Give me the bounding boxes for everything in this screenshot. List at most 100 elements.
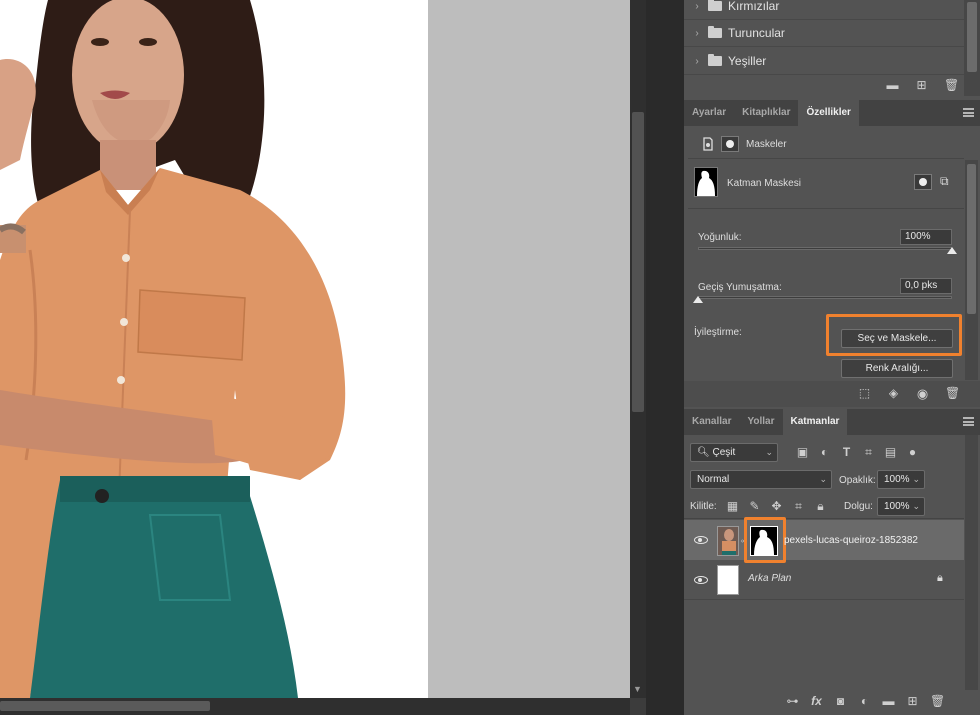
tab-yollar[interactable]: Yollar (739, 409, 782, 435)
layer-filter-dropdown[interactable]: 🔍︎ Çeşit ⌄ (690, 443, 778, 462)
tab-kanallar[interactable]: Kanallar (684, 409, 739, 435)
density-label: Yoğunluk: (698, 232, 742, 243)
photo-woman-subject (0, 0, 346, 698)
apply-mask-icon[interactable]: ◈ (887, 387, 900, 400)
layer-thumbnail (717, 565, 739, 595)
pixel-filter-icon[interactable]: ▣ (796, 446, 809, 459)
feather-slider-track[interactable] (698, 296, 952, 299)
feather-slider-knob[interactable] (693, 296, 703, 303)
new-layer-icon[interactable]: ⊞ (906, 695, 919, 708)
fx-icon[interactable]: fx (810, 695, 823, 708)
link-icon[interactable]: ⊶ (786, 695, 799, 708)
chevron-right-icon[interactable]: › (690, 1, 704, 12)
highlight-box-layer-mask (744, 517, 786, 563)
mask-icon[interactable]: ◙ (834, 695, 847, 708)
tab-ayarlar[interactable]: Ayarlar (684, 100, 734, 126)
vector-mask-add-icon[interactable]: ⧉ (940, 174, 954, 190)
folder-icon (708, 54, 722, 66)
lock-image-icon[interactable]: ✎ (748, 500, 761, 513)
layer-row-background[interactable]: Arka Plan 🔒︎ (684, 560, 964, 600)
lock-icon[interactable]: 🔒︎ (937, 572, 943, 585)
channel-group-row[interactable]: › Turuncular (684, 20, 964, 47)
document-canvas[interactable] (0, 0, 630, 698)
panel-menu-icon[interactable] (963, 417, 974, 426)
layer-name[interactable]: pexels-lucas-queiroz-1852382 (784, 535, 918, 546)
trash-icon[interactable]: 🗑 (945, 387, 960, 400)
scroll-down-arrow-icon[interactable]: ▼ (633, 684, 642, 694)
density-slider-knob[interactable] (947, 247, 957, 254)
layer-mask-thumbnail[interactable] (694, 167, 718, 197)
shape-filter-icon[interactable]: ⌗ (862, 446, 875, 459)
tab-ozellikler[interactable]: Özellikler (798, 100, 859, 126)
feather-field[interactable]: 0,0 pks (900, 278, 952, 294)
layer-mask-label: Katman Maskesi (727, 178, 801, 189)
smart-object-filter-icon[interactable]: ▤ (884, 446, 897, 459)
channel-group-label: Yeşiller (728, 54, 767, 68)
channel-group-label: Kırmızılar (728, 0, 780, 13)
select-and-mask-button[interactable]: Seç ve Maskele... (841, 329, 953, 348)
divider (688, 158, 964, 159)
trash-icon[interactable]: 🗑 (944, 79, 959, 92)
lock-label: Kilitle: (690, 501, 717, 512)
properties-scrollbar[interactable] (965, 160, 978, 380)
layers-footer: ⊶ fx ◙ ◐ ▬ ⊞ 🗑 (786, 695, 946, 708)
apply-mask-button[interactable] (914, 174, 932, 190)
lock-all-icon[interactable]: 🔒︎ (814, 500, 827, 513)
properties-tabbar: Ayarlar Kitaplıklar Özellikler (684, 100, 980, 126)
chevron-right-icon[interactable]: › (690, 28, 704, 39)
channel-group-row[interactable]: › Yeşiller (684, 48, 964, 75)
layers-scrollbar[interactable] (965, 435, 978, 690)
load-selection-icon[interactable]: ⬚ (858, 387, 871, 400)
layer-filter-value: Çeşit (712, 447, 736, 458)
panel-menu-icon[interactable] (963, 108, 974, 117)
density-slider-track[interactable] (698, 247, 952, 250)
document-page[interactable] (0, 0, 428, 698)
folder-icon[interactable]: ▬ (886, 79, 899, 92)
toggle-visibility-icon[interactable]: ◉ (916, 387, 929, 400)
color-range-button[interactable]: Renk Aralığı... (841, 359, 953, 378)
adjustment-icon[interactable]: ◐ (858, 695, 871, 708)
canvas-horizontal-scrollbar[interactable] (0, 698, 630, 715)
opacity-label: Opaklık: (839, 475, 876, 486)
lock-position-icon[interactable]: ✥ (770, 500, 783, 513)
eye-icon[interactable] (694, 576, 708, 584)
folder-icon[interactable]: ▬ (882, 695, 895, 708)
new-icon[interactable]: ⊞ (915, 79, 928, 92)
blend-mode-dropdown[interactable]: Normal ⌄ (690, 470, 832, 489)
mask-doc-icon (702, 137, 714, 151)
canvas-vertical-scrollbar[interactable]: ▼ (630, 0, 646, 698)
chevron-down-icon: ⌄ (819, 474, 827, 484)
fill-value: 100% (884, 501, 910, 512)
pixel-mask-button[interactable] (721, 136, 739, 152)
tab-kitapliklar[interactable]: Kitaplıklar (734, 100, 798, 126)
opacity-field[interactable]: 100% ⌄ (877, 470, 925, 489)
layer-row-photo[interactable]: ∞ pexels-lucas-queiroz-1852382 (684, 517, 964, 563)
scrollbar-thumb[interactable] (632, 112, 644, 412)
tab-katmanlar[interactable]: Katmanlar (782, 409, 848, 435)
eye-icon[interactable] (694, 536, 708, 544)
lock-artboard-icon[interactable]: ⌗ (792, 500, 805, 513)
fill-field[interactable]: 100% ⌄ (877, 497, 925, 516)
adjustment-filter-icon[interactable]: ◐ (818, 446, 831, 459)
chevron-right-icon[interactable]: › (690, 56, 704, 67)
lock-icons: ▦ ✎ ✥ ⌗ 🔒︎ (726, 500, 827, 513)
filter-toggle-icon[interactable]: ● (906, 446, 919, 459)
density-field[interactable]: 100% (900, 229, 952, 245)
trash-icon[interactable]: 🗑 (930, 695, 945, 708)
type-filter-icon[interactable]: T (840, 446, 853, 459)
lock-transparent-icon[interactable]: ▦ (726, 500, 739, 513)
channels-scrollbar[interactable] (964, 0, 980, 96)
panel-dock-gutter (646, 0, 684, 715)
masks-header-label: Maskeler (746, 139, 787, 150)
blend-mode-value: Normal (697, 474, 730, 485)
channels-footer: ▬ ⊞ 🗑 (886, 79, 960, 92)
channel-group-row[interactable]: › Kırmızılar (684, 0, 964, 20)
layer-name[interactable]: Arka Plan (748, 573, 791, 584)
layer-thumbnail (717, 526, 739, 556)
scrollbar-thumb[interactable] (0, 701, 210, 711)
channel-group-label: Turuncular (728, 26, 785, 40)
feather-label: Geçiş Yumuşatma: (698, 282, 782, 293)
divider (684, 518, 964, 519)
refine-label: İyileştirme: (694, 327, 742, 338)
folder-icon (708, 0, 722, 11)
